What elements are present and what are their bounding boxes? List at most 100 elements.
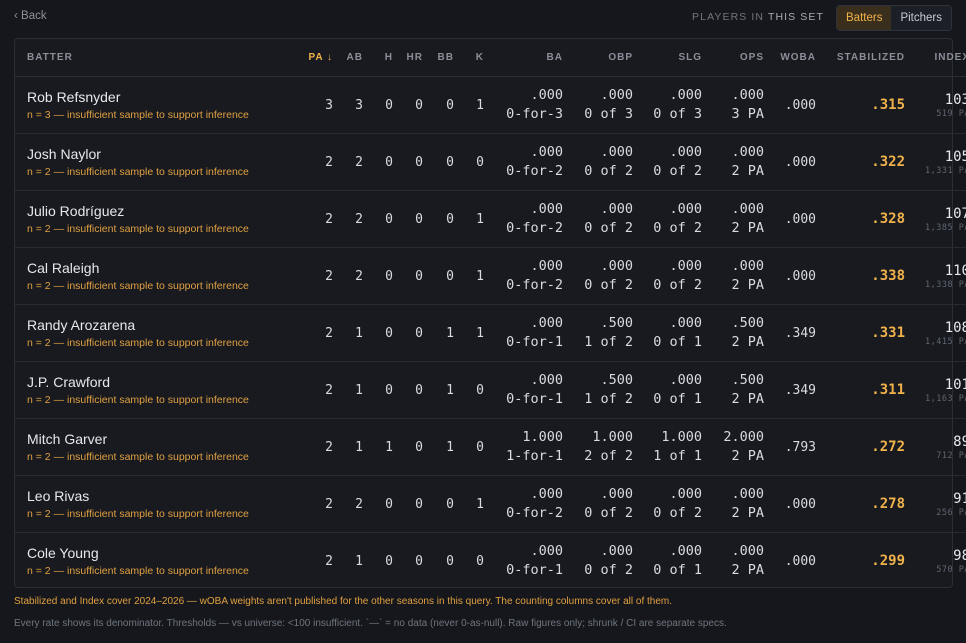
column-header-bb[interactable]: BB [423,39,454,77]
table-row[interactable]: Cal Raleigh n = 2 — insufficient sample t… [15,247,966,305]
sample-warning: n = 3 — insufficient sample to support i… [27,109,249,121]
cell-index: 89712 PA [905,418,966,476]
column-header-obp[interactable]: OBP [563,39,633,77]
cell-ops: .000 3 PA [702,76,764,134]
player-name-link[interactable]: Cal Raleigh [27,260,288,276]
cell-ba: .000 0-for-2 [484,247,563,305]
cell-stabilized: .272 [816,418,905,476]
column-header-index[interactable]: INDEX [905,39,966,77]
column-header-ab[interactable]: AB [333,39,363,77]
table-header-row: BATTER PA ↓ AB H HR BB K BA OBP SLG OPS … [15,39,966,77]
cell-h: 1 [363,418,393,476]
ba-value: .000 [530,543,563,559]
player-name-link[interactable]: Leo Rivas [27,488,288,504]
cell-ba: .000 0-for-2 [484,190,563,248]
cell-index: 98570 PA [905,533,966,590]
player-name-link[interactable]: Mitch Garver [27,431,288,447]
column-header-ops[interactable]: OPS [702,39,764,77]
cell-hr: 0 [393,76,423,134]
batters-table: BATTER PA ↓ AB H HR BB K BA OBP SLG OPS … [15,39,966,589]
cell-slg: .000 0 of 1 [633,533,702,590]
column-header-woba[interactable]: WOBA [764,39,816,77]
slg-denominator: 1 of 1 [653,448,702,464]
batters-toggle-button[interactable]: Batters [837,6,892,30]
cell-ba: 1.000 1-for-1 [484,418,563,476]
table-row[interactable]: Mitch Garver n = 2 — insufficient sample … [15,418,966,476]
cell-obp: .000 0 of 3 [563,76,633,134]
cell-hr: 0 [393,133,423,191]
cell-pa: 2 [325,553,333,569]
cell-obp: .000 0 of 2 [563,247,633,305]
cell-slg: 1.000 1 of 1 [633,418,702,476]
ba-value: .000 [530,372,563,388]
cell-slg: .000 0 of 2 [633,247,702,305]
cell-pa: 2 [288,475,333,533]
cell-ba: .000 0-for-3 [484,76,563,134]
cell-slg: .000 0 of 1 [633,304,702,362]
column-header-k[interactable]: K [454,39,484,77]
obp-denominator: 0 of 2 [584,505,633,521]
slg-denominator: 0 of 3 [653,106,702,122]
index-pa: 1,338 PA [925,280,966,290]
ba-denominator: 0-for-1 [506,391,563,407]
ba-denominator: 0-for-2 [506,505,563,521]
column-header-slg[interactable]: SLG [633,39,702,77]
cell-obp: .000 0 of 2 [563,133,633,191]
column-header-pa[interactable]: PA ↓ [288,39,333,77]
player-name-link[interactable]: Randy Arozarena [27,317,288,333]
index-pa: 1,415 PA [925,337,966,347]
batter-cell: Randy Arozarena n = 2 — insufficient samp… [15,304,288,362]
table-row[interactable]: Rob Refsnyder n = 3 — insufficient sample… [15,76,966,134]
cell-k: 1 [454,475,484,533]
table-row[interactable]: Randy Arozarena n = 2 — insufficient samp… [15,304,966,362]
cell-ops: .000 2 PA [702,475,764,533]
column-header-ba[interactable]: BA [484,39,563,77]
cell-ab: 2 [333,133,363,191]
sample-warning: n = 2 — insufficient sample to support i… [27,337,249,349]
footnote-denominators: Every rate shows its denominator. Thresh… [14,618,727,629]
column-header-batter[interactable]: BATTER [15,39,288,77]
cell-slg: .000 0 of 3 [633,76,702,134]
cell-ab: 1 [333,304,363,362]
table-row[interactable]: J.P. Crawford n = 2 — insufficient sample… [15,361,966,419]
cell-pa: 2 [288,361,333,419]
cell-bb: 1 [423,418,454,476]
table-row[interactable]: Leo Rivas n = 2 — insufficient sample to … [15,475,966,533]
back-link[interactable]: ‹ Back [14,10,47,22]
sample-warning: n = 2 — insufficient sample to support i… [27,565,249,577]
player-name-link[interactable]: Cole Young [27,545,288,561]
table-row[interactable]: Cole Young n = 2 — insufficient sample to… [15,533,966,590]
cell-stabilized: .278 [816,475,905,533]
player-name-link[interactable]: J.P. Crawford [27,374,288,390]
ba-value: 1.000 [522,429,563,445]
player-name-link[interactable]: Rob Refsnyder [27,89,288,105]
obp-denominator: 0 of 3 [584,106,633,122]
footnote-coverage: Stabilized and Index cover 2024–2026 — w… [14,596,673,607]
cell-woba: .000 [764,190,816,248]
cell-woba: .349 [764,361,816,419]
column-header-stabilized[interactable]: STABILIZED [816,39,905,77]
column-header-h[interactable]: H [363,39,393,77]
cell-ba: .000 0-for-1 [484,304,563,362]
ba-value: .000 [530,144,563,160]
ops-denominator: 2 PA [731,505,764,521]
pitchers-toggle-button[interactable]: Pitchers [891,6,951,30]
slg-denominator: 0 of 2 [653,277,702,293]
cell-ba: .000 0-for-1 [484,533,563,590]
table-row[interactable]: Julio Rodríguez n = 2 — insufficient samp… [15,190,966,248]
player-name-link[interactable]: Josh Naylor [27,146,288,162]
player-name-link[interactable]: Julio Rodríguez [27,203,288,219]
slg-denominator: 0 of 1 [653,391,702,407]
table-row[interactable]: Josh Naylor n = 2 — insufficient sample t… [15,133,966,191]
slg-value: .000 [669,486,702,502]
slg-value: .000 [669,87,702,103]
slg-value: .000 [669,315,702,331]
cell-pa: 2 [288,304,333,362]
cell-obp: .500 1 of 2 [563,361,633,419]
cell-hr: 0 [393,190,423,248]
batter-cell: Julio Rodríguez n = 2 — insufficient samp… [15,190,288,248]
obp-value: .000 [600,486,633,502]
column-header-hr[interactable]: HR [393,39,423,77]
cell-pa: 2 [288,418,333,476]
cell-h: 0 [363,361,393,419]
